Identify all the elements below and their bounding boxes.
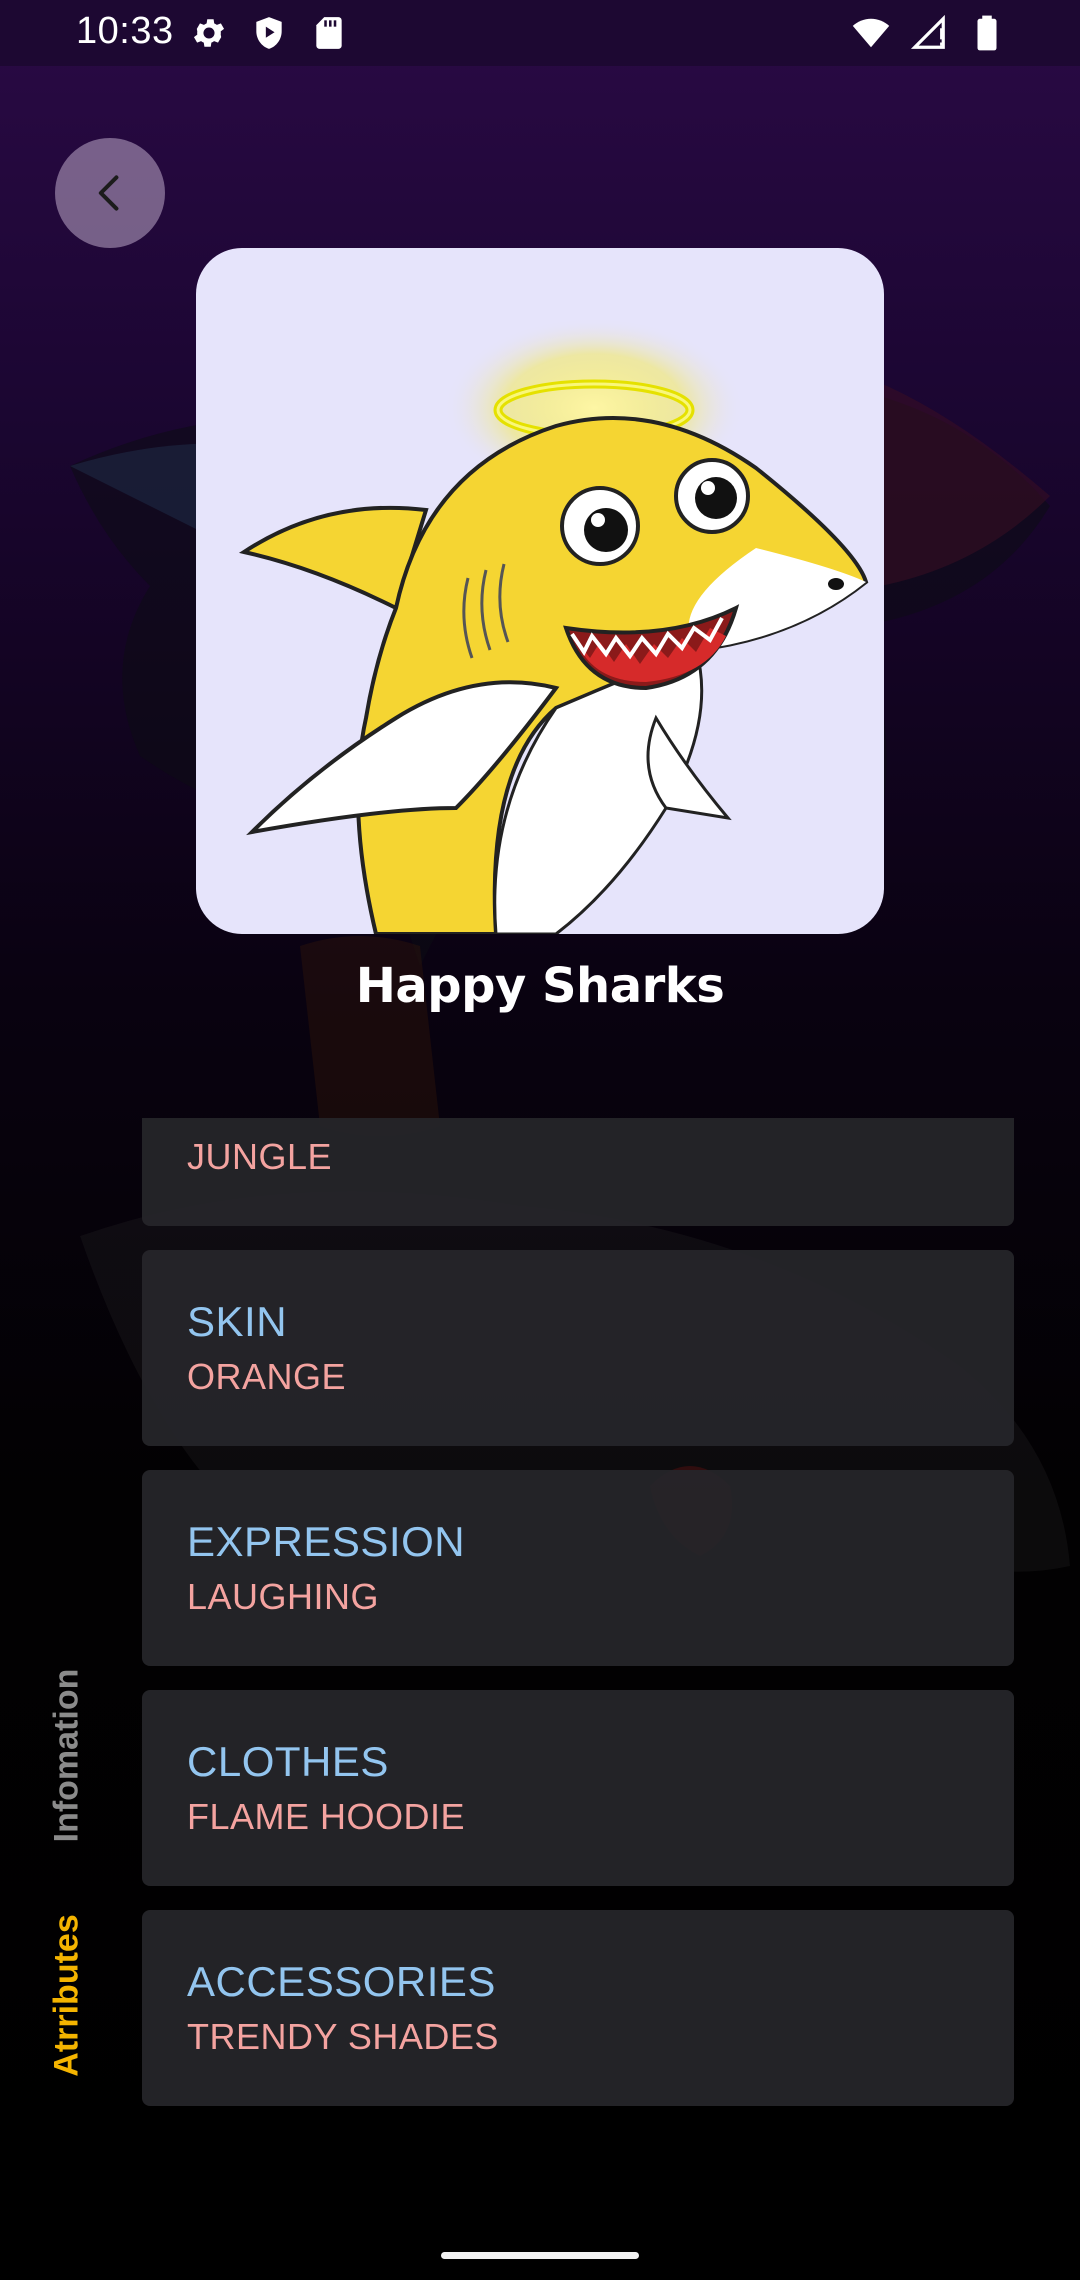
- attribute-value: FLAME HOODIE: [187, 1796, 466, 1837]
- nft-image: [196, 248, 884, 934]
- shield-play-icon: [256, 17, 282, 49]
- attribute-type: BACKGROUND: [187, 1118, 1014, 1128]
- back-button[interactable]: [55, 138, 165, 248]
- nft-name: Happy Sharks: [355, 958, 725, 1014]
- attribute-value: ORANGE: [187, 1356, 347, 1397]
- status-icons-left: [190, 14, 348, 52]
- shark-illustration: [238, 318, 869, 934]
- battery-icon: [977, 15, 997, 51]
- attributes-scroll: BACKGROUND JUNGLE SKIN ORANGE EXPRESSION…: [142, 1118, 1014, 2118]
- attribute-type: SKIN: [187, 1298, 288, 1345]
- home-indicator[interactable]: [441, 2252, 639, 2259]
- attributes-list[interactable]: BACKGROUND JUNGLE SKIN ORANGE EXPRESSION…: [142, 1118, 1014, 2118]
- attribute-type: EXPRESSION: [187, 1518, 466, 1565]
- tab-attributes-label: Atrributes: [47, 1913, 86, 2077]
- attribute-type: ACCESSORIES: [187, 1958, 496, 2005]
- attribute-card: BACKGROUND JUNGLE: [142, 1118, 1014, 1226]
- sd-card-icon: [316, 17, 342, 49]
- attribute-card: SKIN ORANGE: [142, 1250, 1014, 1446]
- settings-icon: [193, 19, 225, 47]
- tab-information[interactable]: Infomation: [22, 1640, 112, 1870]
- status-bar: 10:33: [0, 0, 1080, 66]
- attribute-card: EXPRESSION LAUGHING: [142, 1470, 1014, 1666]
- chevron-left-icon: [98, 175, 119, 211]
- vertical-tab-bar: Infomation Atrributes: [22, 1640, 112, 2100]
- status-time: 10:33: [76, 10, 174, 52]
- wifi-icon: [852, 18, 890, 48]
- attribute-card: ACCESSORIES TRENDY SHADES: [142, 1910, 1014, 2106]
- status-icons-right: [852, 14, 1006, 52]
- tab-information-label: Infomation: [47, 1668, 86, 1842]
- signal-icon: [910, 14, 945, 49]
- attribute-value: TRENDY SHADES: [187, 2016, 499, 2057]
- attribute-type: CLOTHES: [187, 1738, 389, 1785]
- tab-attributes[interactable]: Atrributes: [22, 1890, 112, 2100]
- attribute-value: JUNGLE: [187, 1136, 333, 1177]
- attribute-value: LAUGHING: [187, 1576, 380, 1617]
- attribute-card: CLOTHES FLAME HOODIE: [142, 1690, 1014, 1886]
